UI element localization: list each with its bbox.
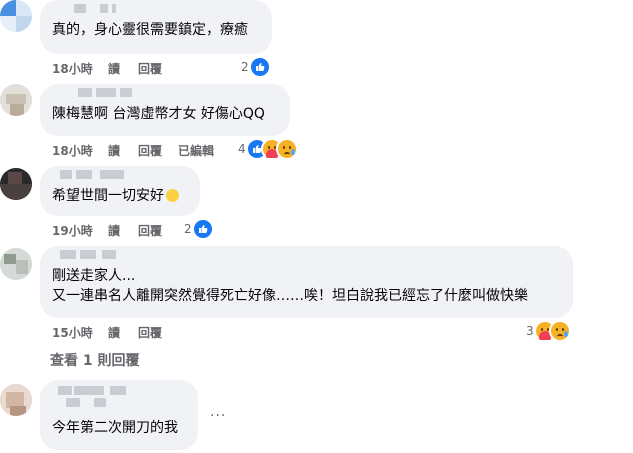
commenter-name[interactable] — [52, 386, 186, 396]
reply-button[interactable]: 回覆 — [138, 60, 162, 77]
comment-bubble: 希望世間一切安好 — [40, 166, 200, 216]
comment-bubble: 今年第二次開刀的我 — [40, 380, 198, 450]
avatar[interactable] — [0, 168, 32, 200]
smile-emoji — [166, 189, 179, 202]
like-icon[interactable] — [192, 218, 214, 240]
comment-text: 陳梅慧啊 台灣虛幣才女 好傷心QQ — [52, 106, 265, 122]
avatar[interactable] — [0, 248, 32, 280]
like-icon[interactable] — [249, 56, 271, 78]
reply-button[interactable]: 回覆 — [138, 222, 162, 239]
comment-text-line2: 又一連串名人離開突然覺得死亡好像……唉！坦白說我已經忘了什麼叫做快樂 — [52, 288, 528, 304]
avatar[interactable] — [0, 84, 32, 116]
commenter-name-line2[interactable] — [52, 398, 186, 408]
comment-bubble: 真的，身心靈很需要鎮定，療癒 — [40, 0, 272, 54]
edited-label[interactable]: 已編輯 — [178, 142, 214, 159]
comment-meta: 15小時 讀 回覆 — [52, 324, 182, 340]
comment-text-line: 希望世間一切安好 — [52, 186, 188, 206]
comment-text-line1: 剛送走家人... — [52, 268, 136, 284]
like-action[interactable]: 讀 — [108, 222, 120, 239]
comment-bubble: 陳梅慧啊 台灣虛幣才女 好傷心QQ — [40, 84, 290, 136]
reaction-count[interactable]: 4 — [238, 142, 246, 156]
timestamp[interactable]: 18小時 — [52, 60, 93, 77]
reply-button[interactable]: 回覆 — [138, 142, 162, 159]
comment-text: 希望世間一切安好 — [52, 188, 164, 204]
more-options-icon[interactable]: ... — [210, 404, 226, 420]
comment-meta: 18小時 讀 回覆 已編輯 — [52, 142, 232, 158]
commenter-name[interactable] — [52, 4, 260, 14]
comment-text: 今年第二次開刀的我 — [52, 420, 178, 436]
sad-icon[interactable] — [549, 320, 571, 342]
commenter-name[interactable] — [52, 250, 561, 260]
view-replies-link[interactable]: 查看 1 則回覆 — [50, 350, 140, 370]
like-action[interactable]: 讀 — [108, 324, 120, 341]
comment-meta: 19小時 讀 回覆 — [52, 222, 182, 238]
timestamp[interactable]: 18小時 — [52, 142, 93, 159]
commenter-name[interactable] — [52, 88, 278, 98]
comment-meta: 18小時 讀 回覆 — [52, 60, 172, 76]
avatar[interactable] — [0, 0, 32, 32]
timestamp[interactable]: 19小時 — [52, 222, 93, 239]
commenter-name[interactable] — [52, 170, 188, 180]
avatar[interactable] — [0, 384, 32, 416]
reaction-count[interactable]: 3 — [526, 324, 534, 338]
like-action[interactable]: 讀 — [108, 142, 120, 159]
reply-button[interactable]: 回覆 — [138, 324, 162, 341]
sad-icon[interactable] — [276, 138, 298, 160]
reaction-count[interactable]: 2 — [241, 60, 249, 74]
like-action[interactable]: 讀 — [108, 60, 120, 77]
reaction-count[interactable]: 2 — [184, 222, 192, 236]
comment-bubble: 剛送走家人... 又一連串名人離開突然覺得死亡好像……唉！坦白說我已經忘了什麼叫… — [40, 246, 573, 318]
comment-text: 真的，身心靈很需要鎮定，療癒 — [52, 22, 248, 38]
timestamp[interactable]: 15小時 — [52, 324, 93, 341]
